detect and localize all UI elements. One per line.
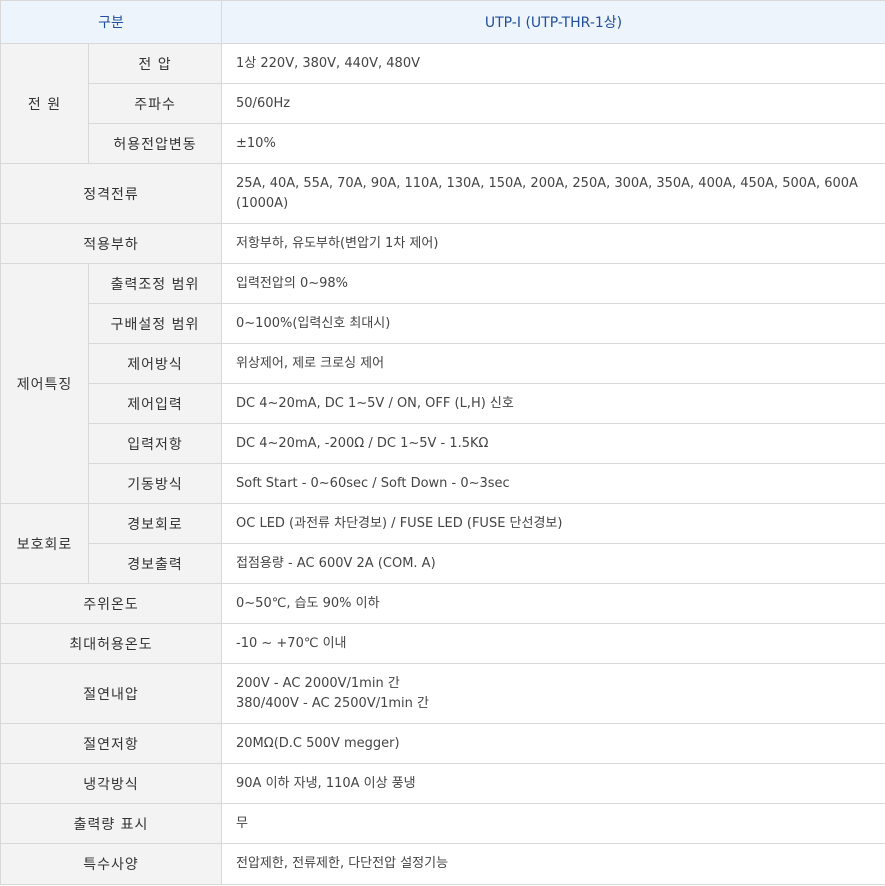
- row-label-control-method: 제어방식: [87, 343, 223, 384]
- table-row: 특수사양 전압제한, 전류제한, 다단전압 설정기능: [0, 843, 885, 885]
- spec-table: 구분 UTP-I (UTP-THR-1상) 전 원 전 압 1상 220V, 3…: [0, 0, 885, 885]
- group-label-power: 전 원: [0, 43, 89, 164]
- row-value-alarm-circuit: OC LED (과전류 차단경보) / FUSE LED (FUSE 단선경보): [221, 503, 885, 544]
- table-row: 절연내압 200V - AC 2000V/1min 간 380/400V - A…: [0, 663, 885, 724]
- table-row: 제어방식 위상제어, 제로 크로싱 제어: [1, 343, 885, 384]
- table-row: 보호회로 경보회로 OC LED (과전류 차단경보) / FUSE LED (…: [0, 503, 885, 584]
- table-row: 경보출력 접점용량 - AC 600V 2A (COM. A): [1, 543, 885, 584]
- table-row: 주위온도 0~50℃, 습도 90% 이하: [0, 583, 885, 624]
- table-row: 정격전류 25A, 40A, 55A, 70A, 90A, 110A, 130A…: [0, 163, 885, 224]
- model-header: UTP-I (UTP-THR-1상): [221, 0, 885, 44]
- row-label-load: 적용부하: [0, 223, 223, 264]
- table-row: 기동방식 Soft Start - 0~60sec / Soft Down - …: [1, 463, 885, 504]
- row-label-dielectric-strength: 절연내압: [0, 663, 223, 724]
- row-value-control-method: 위상제어, 제로 크로싱 제어: [221, 343, 885, 384]
- row-value-rated-current: 25A, 40A, 55A, 70A, 90A, 110A, 130A, 150…: [221, 163, 885, 224]
- row-label-ambient-temp: 주위온도: [0, 583, 223, 624]
- row-label-output-range: 출력조정 범위: [87, 263, 223, 304]
- table-row: 구배설정 범위 0~100%(입력신호 최대시): [1, 303, 885, 344]
- row-value-dielectric-strength: 200V - AC 2000V/1min 간 380/400V - AC 250…: [221, 663, 885, 724]
- row-value-voltage-tolerance: ±10%: [221, 123, 885, 164]
- row-label-cooling: 냉각방식: [0, 763, 223, 804]
- row-label-voltage: 전 압: [87, 43, 223, 84]
- row-value-start-method: Soft Start - 0~60sec / Soft Down - 0~3se…: [221, 463, 885, 504]
- table-row: 입력저항 DC 4~20mA, -200Ω / DC 1~5V - 1.5KΩ: [1, 423, 885, 464]
- row-label-max-temp: 최대허용온도: [0, 623, 223, 664]
- row-value-insulation-resistance: 20MΩ(D.C 500V megger): [221, 723, 885, 764]
- table-row: 주파수 50/60Hz: [1, 83, 885, 124]
- table-row: 절연저항 20MΩ(D.C 500V megger): [0, 723, 885, 764]
- table-row: 제어특징 출력조정 범위 입력전압의 0~98%: [0, 263, 885, 504]
- table-row: 허용전압변동 ±10%: [1, 123, 885, 164]
- header-row: 구분 UTP-I (UTP-THR-1상): [0, 0, 885, 44]
- table-row: 냉각방식 90A 이하 자냉, 110A 이상 풍냉: [0, 763, 885, 804]
- row-value-frequency: 50/60Hz: [221, 83, 885, 124]
- row-label-frequency: 주파수: [87, 83, 223, 124]
- row-value-ambient-temp: 0~50℃, 습도 90% 이하: [221, 583, 885, 624]
- table-row: 적용부하 저항부하, 유도부하(변압기 1차 제어): [0, 223, 885, 264]
- dielectric-line-2: 380/400V - AC 2500V/1min 간: [236, 695, 429, 711]
- row-label-insulation-resistance: 절연저항: [0, 723, 223, 764]
- row-value-voltage: 1상 220V, 380V, 440V, 480V: [221, 43, 885, 84]
- row-label-alarm-circuit: 경보회로: [87, 503, 223, 544]
- row-value-load: 저항부하, 유도부하(변압기 1차 제어): [221, 223, 885, 264]
- row-value-special: 전압제한, 전류제한, 다단전압 설정기능: [221, 843, 885, 885]
- row-label-gradient-range: 구배설정 범위: [87, 303, 223, 344]
- row-label-start-method: 기동방식: [87, 463, 223, 504]
- row-value-cooling: 90A 이하 자냉, 110A 이상 풍냉: [221, 763, 885, 804]
- row-label-alarm-output: 경보출력: [87, 543, 223, 584]
- group-label-protection: 보호회로: [0, 503, 89, 584]
- row-value-control-input: DC 4~20mA, DC 1~5V / ON, OFF (L,H) 신호: [221, 383, 885, 424]
- row-label-output-display: 출력량 표시: [0, 803, 223, 844]
- row-value-output-range: 입력전압의 0~98%: [221, 263, 885, 304]
- row-value-output-display: 무: [221, 803, 885, 844]
- table-row: 최대허용온도 -10 ~ +70℃ 이내: [0, 623, 885, 664]
- row-value-gradient-range: 0~100%(입력신호 최대시): [221, 303, 885, 344]
- row-value-max-temp: -10 ~ +70℃ 이내: [221, 623, 885, 664]
- row-value-input-resistance: DC 4~20mA, -200Ω / DC 1~5V - 1.5KΩ: [221, 423, 885, 464]
- table-row: 제어입력 DC 4~20mA, DC 1~5V / ON, OFF (L,H) …: [1, 383, 885, 424]
- group-label-control: 제어특징: [0, 263, 89, 504]
- row-label-voltage-tolerance: 허용전압변동: [87, 123, 223, 164]
- row-label-rated-current: 정격전류: [0, 163, 223, 224]
- row-label-control-input: 제어입력: [87, 383, 223, 424]
- category-header: 구분: [0, 0, 223, 44]
- row-value-alarm-output: 접점용량 - AC 600V 2A (COM. A): [221, 543, 885, 584]
- row-label-special: 특수사양: [0, 843, 223, 885]
- dielectric-line-1: 200V - AC 2000V/1min 간: [236, 675, 400, 691]
- row-label-input-resistance: 입력저항: [87, 423, 223, 464]
- table-row: 출력량 표시 무: [0, 803, 885, 844]
- table-row: 전 원 전 압 1상 220V, 380V, 440V, 480V: [0, 43, 885, 164]
